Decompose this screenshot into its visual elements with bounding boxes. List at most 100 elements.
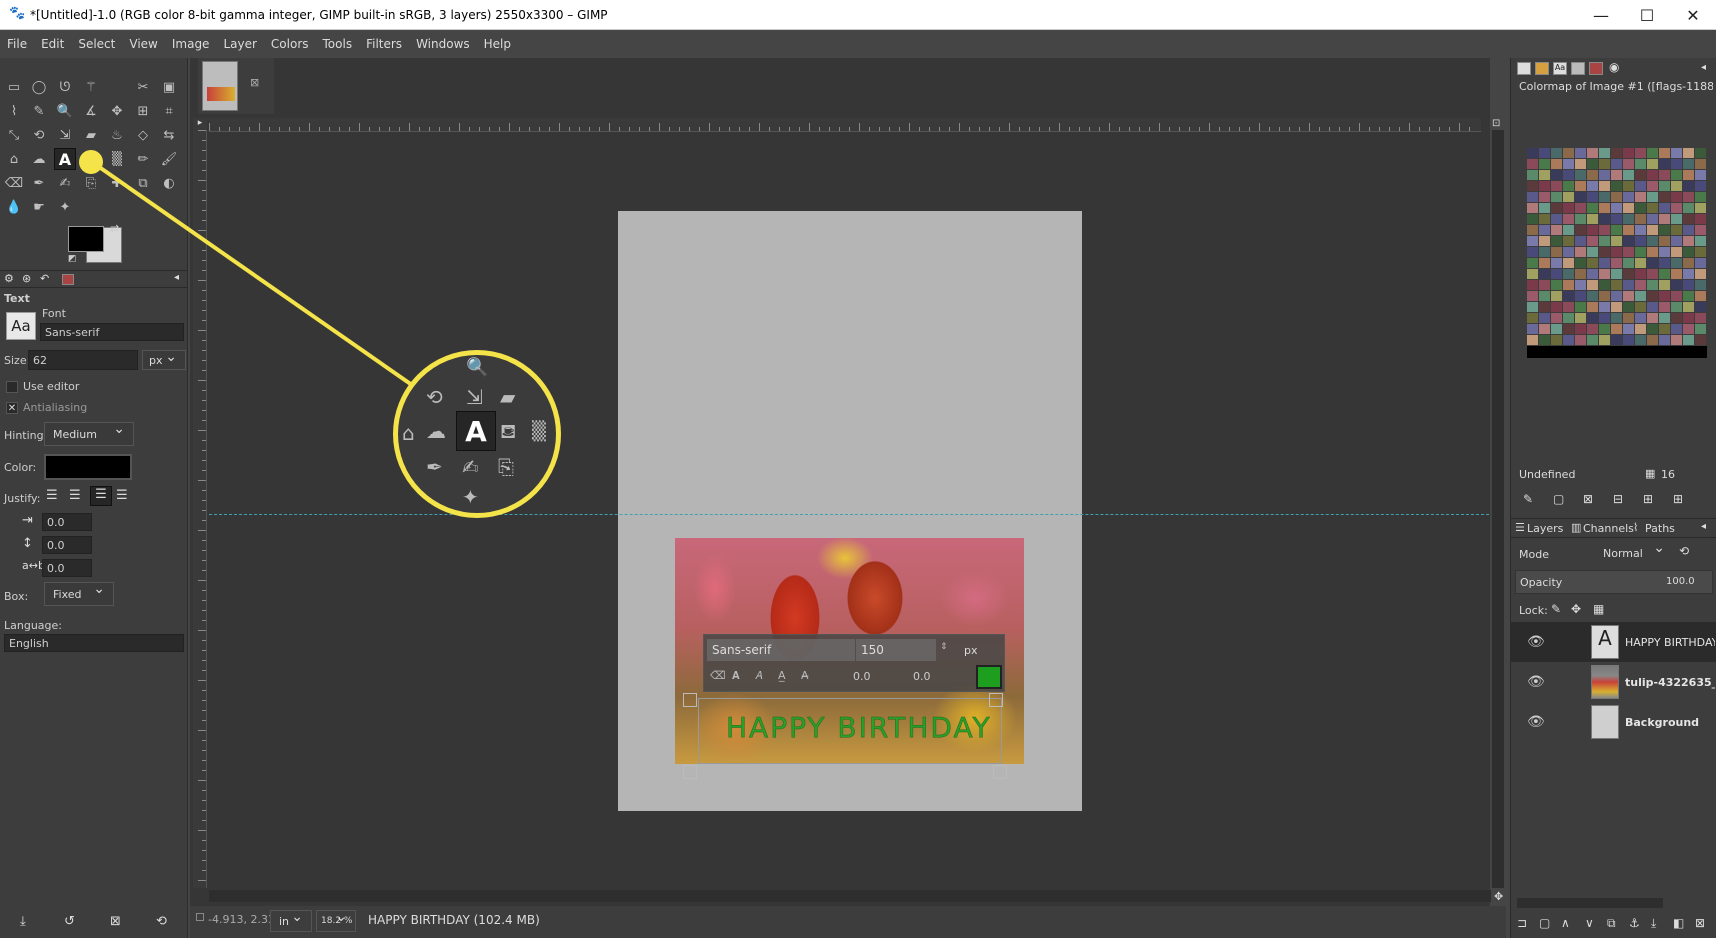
- colormap-swatch[interactable]: [1647, 258, 1658, 268]
- colormap-swatch[interactable]: [1635, 302, 1646, 312]
- colormap-swatch[interactable]: [1551, 269, 1562, 279]
- colormap-swatch[interactable]: [1563, 258, 1574, 268]
- colormap-grid-view-icon[interactable]: ⊞: [1673, 492, 1683, 506]
- colormap-swatch[interactable]: [1539, 269, 1550, 279]
- colormap-swatch[interactable]: [1539, 291, 1550, 301]
- colormap-swatch[interactable]: [1635, 269, 1646, 279]
- colormap-swatch[interactable]: [1683, 280, 1694, 290]
- layer-row-happy-birthday[interactable]: 👁 A HAPPY BIRTHDAY: [1511, 622, 1716, 662]
- navigate-icon[interactable]: ✥: [1494, 890, 1503, 903]
- colormap-swatch[interactable]: [1671, 335, 1682, 345]
- colormap-swatch[interactable]: [1623, 225, 1634, 235]
- colormap-swatch[interactable]: [1623, 203, 1634, 213]
- colormap-swatch[interactable]: [1587, 258, 1598, 268]
- colormap-swatch[interactable]: [1623, 258, 1634, 268]
- layers-tab[interactable]: Layers: [1527, 522, 1563, 535]
- colormap-swatch[interactable]: [1539, 225, 1550, 235]
- colormap-swatch[interactable]: [1599, 225, 1610, 235]
- colormap-swatch[interactable]: [1575, 313, 1586, 323]
- colormap-swatch[interactable]: [1587, 181, 1598, 191]
- colormap-swatch[interactable]: [1527, 324, 1538, 334]
- lock-pixels-icon[interactable]: ✎: [1551, 602, 1561, 616]
- colormap-swatch[interactable]: [1611, 313, 1622, 323]
- colormap-swatch[interactable]: [1527, 214, 1538, 224]
- colormap-swatch[interactable]: [1587, 291, 1598, 301]
- colormap-swatch[interactable]: [1563, 236, 1574, 246]
- colormap-swatch[interactable]: [1539, 192, 1550, 202]
- colormap-swatch[interactable]: [1635, 280, 1646, 290]
- colormap-swatch[interactable]: [1635, 236, 1646, 246]
- colormap-swatch[interactable]: [1599, 291, 1610, 301]
- colormap-swatch[interactable]: [1671, 313, 1682, 323]
- colormap-swatch[interactable]: [1647, 225, 1658, 235]
- colormap-swatch[interactable]: [1551, 170, 1562, 180]
- raise-layer-icon[interactable]: ∧: [1561, 916, 1570, 930]
- colormap-swatch[interactable]: [1539, 335, 1550, 345]
- colormap-swatch[interactable]: [1539, 258, 1550, 268]
- colormap-swatch[interactable]: [1527, 192, 1538, 202]
- colormap-swatch[interactable]: [1647, 236, 1658, 246]
- colormap-grid[interactable]: [1527, 148, 1716, 408]
- colormap-swatch[interactable]: [1587, 214, 1598, 224]
- colormap-swatch[interactable]: [1599, 280, 1610, 290]
- mode-reset-icon[interactable]: ⟲: [1679, 544, 1689, 558]
- colormap-swatch[interactable]: [1683, 291, 1694, 301]
- colormap-swatch[interactable]: [1575, 302, 1586, 312]
- colormap-swatch[interactable]: [1551, 258, 1562, 268]
- colormap-swatch[interactable]: [1587, 203, 1598, 213]
- layers-config-icon[interactable]: ◂: [1701, 521, 1706, 532]
- colormap-swatch[interactable]: [1683, 170, 1694, 180]
- layer-visibility-eye-icon[interactable]: 👁: [1527, 714, 1545, 730]
- colormap-swatch[interactable]: [1527, 181, 1538, 191]
- colormap-swatch[interactable]: [1539, 280, 1550, 290]
- colormap-swatch[interactable]: [1611, 258, 1622, 268]
- colormap-swatch[interactable]: [1695, 203, 1706, 213]
- layer-row-tulip[interactable]: 👁 tulip-4322635_: [1511, 662, 1716, 702]
- colormap-tab-icon[interactable]: [1517, 62, 1531, 75]
- colormap-swatch[interactable]: [1587, 170, 1598, 180]
- colormap-swatch[interactable]: [1659, 181, 1670, 191]
- colormap-swatch[interactable]: [1527, 203, 1538, 213]
- colormap-swatch[interactable]: [1635, 159, 1646, 169]
- colormap-swatch[interactable]: [1563, 313, 1574, 323]
- colormap-swatch[interactable]: [1611, 269, 1622, 279]
- colormap-swatch[interactable]: [1575, 225, 1586, 235]
- colormap-swatch[interactable]: [1563, 324, 1574, 334]
- colormap-swatch[interactable]: [1611, 214, 1622, 224]
- colormap-swatch[interactable]: [1527, 258, 1538, 268]
- colormap-swatch[interactable]: [1671, 203, 1682, 213]
- colormap-swatch[interactable]: [1623, 236, 1634, 246]
- colormap-swatch[interactable]: [1611, 192, 1622, 202]
- layer-visibility-eye-icon[interactable]: 👁: [1527, 674, 1545, 690]
- colormap-swatch[interactable]: [1635, 258, 1646, 268]
- colormap-swatch[interactable]: [1551, 214, 1562, 224]
- edit-color-icon[interactable]: ✎: [1523, 492, 1533, 506]
- colormap-swatch[interactable]: [1647, 148, 1658, 158]
- colormap-swatch[interactable]: [1647, 313, 1658, 323]
- colormap-swatch[interactable]: [1659, 302, 1670, 312]
- colormap-swatch[interactable]: [1683, 313, 1694, 323]
- colormap-swatch[interactable]: [1671, 192, 1682, 202]
- colormap-swatch[interactable]: [1599, 247, 1610, 257]
- colormap-swatch[interactable]: [1635, 214, 1646, 224]
- images-list-tab-icon[interactable]: [1589, 62, 1603, 75]
- colormap-swatch[interactable]: [1611, 247, 1622, 257]
- mode-select[interactable]: Normal: [1591, 540, 1673, 564]
- colormap-swatch[interactable]: [1683, 269, 1694, 279]
- colormap-swatch[interactable]: [1647, 247, 1658, 257]
- colormap-swatch[interactable]: [1695, 335, 1706, 345]
- colormap-swatch[interactable]: [1575, 291, 1586, 301]
- colormap-swatch[interactable]: [1671, 269, 1682, 279]
- colormap-swatch[interactable]: [1551, 236, 1562, 246]
- colormap-swatch[interactable]: [1611, 302, 1622, 312]
- delete-color-icon[interactable]: ⊠: [1583, 492, 1593, 506]
- colormap-swatch[interactable]: [1587, 247, 1598, 257]
- unit-select[interactable]: in: [270, 909, 312, 932]
- new-layer-group-icon[interactable]: ⊐: [1517, 916, 1527, 930]
- colormap-swatch[interactable]: [1623, 324, 1634, 334]
- colormap-swatch[interactable]: [1575, 181, 1586, 191]
- colormap-swatch[interactable]: [1635, 203, 1646, 213]
- colormap-swatch[interactable]: [1695, 324, 1706, 334]
- colormap-swatch[interactable]: [1599, 236, 1610, 246]
- colormap-swatch[interactable]: [1527, 269, 1538, 279]
